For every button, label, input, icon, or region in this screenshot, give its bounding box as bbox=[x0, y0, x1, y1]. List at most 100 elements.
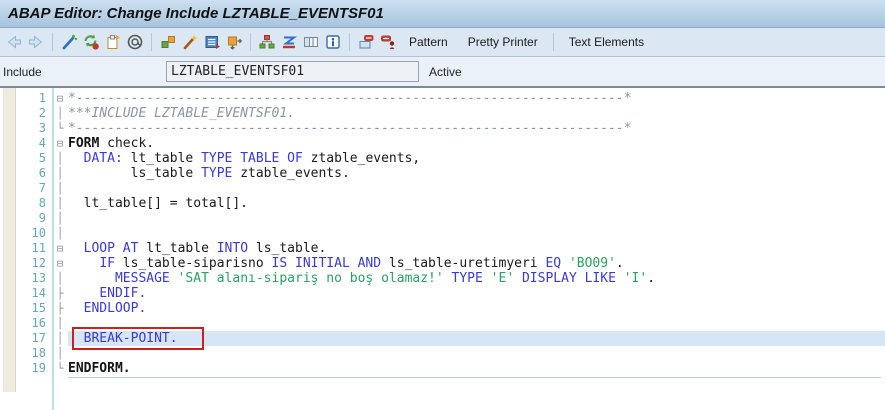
code-line[interactable]: 19 └ ENDFORM. bbox=[18, 361, 885, 376]
code-text[interactable]: *---------------------------------------… bbox=[68, 121, 885, 136]
line-number: 6 bbox=[38, 166, 46, 180]
code-text[interactable]: ***INCLUDE LZTABLE_EVENTSF01. bbox=[68, 106, 885, 121]
code-line[interactable]: 15 ├ ENDLOOP. bbox=[18, 301, 885, 316]
code-line[interactable]: 18 │ bbox=[18, 346, 885, 361]
text-elements-button[interactable]: Text Elements bbox=[561, 32, 652, 52]
code-text[interactable]: ls_table TYPE ztable_events. bbox=[68, 166, 885, 181]
line-number: 14 bbox=[31, 286, 46, 300]
fold-marker: │ bbox=[56, 347, 64, 360]
code-line[interactable]: 9 │ bbox=[18, 211, 885, 226]
page-title: ABAP Editor: Change Include LZTABLE_EVEN… bbox=[8, 5, 384, 22]
code-text[interactable] bbox=[68, 316, 885, 331]
hierarchy-icon[interactable] bbox=[258, 33, 276, 51]
line-number: 9 bbox=[38, 211, 46, 225]
improvement-note-icon[interactable] bbox=[379, 33, 397, 51]
fold-marker: │ bbox=[56, 182, 64, 195]
code-text[interactable] bbox=[68, 226, 885, 241]
sort-icon[interactable] bbox=[280, 33, 298, 51]
editor-left-margin bbox=[3, 88, 16, 392]
toolbar-separator bbox=[250, 33, 251, 51]
where-used-icon[interactable] bbox=[126, 33, 144, 51]
fold-marker: └ bbox=[56, 362, 64, 375]
toolbar-separator bbox=[151, 33, 152, 51]
code-line[interactable]: 8 │ lt_table[] = total[]. bbox=[18, 196, 885, 211]
line-number: 18 bbox=[31, 346, 46, 360]
code-text[interactable] bbox=[68, 181, 885, 196]
toolbar-separator bbox=[349, 33, 350, 51]
code-editor[interactable]: 1 ⊟ *-------------------------------------… bbox=[0, 88, 885, 410]
code-text[interactable] bbox=[68, 211, 885, 226]
navigate-icon[interactable] bbox=[225, 33, 243, 51]
object-list-icon[interactable] bbox=[203, 33, 221, 51]
code-line[interactable]: 13 │ MESSAGE 'SAT alanı-sipariş no boş ol… bbox=[18, 271, 885, 286]
back-icon[interactable] bbox=[5, 33, 23, 51]
pattern-button[interactable]: Pattern bbox=[401, 32, 456, 52]
forward-icon[interactable] bbox=[27, 33, 45, 51]
application-toolbar: Pattern Pretty Printer Text Elements bbox=[0, 28, 885, 57]
code-line[interactable]: 6 │ ls_table TYPE ztable_events. bbox=[18, 166, 885, 181]
include-label: Include bbox=[3, 64, 42, 79]
code-line[interactable]: 16 │ bbox=[18, 316, 885, 331]
code-line[interactable]: 17 │ BREAK-POINT. bbox=[18, 327, 885, 350]
code-line[interactable]: 12 ⊟ IF ls_table-siparisno IS INITIAL AND… bbox=[18, 256, 885, 271]
end-of-source-divider bbox=[68, 377, 881, 378]
fold-marker: │ bbox=[56, 107, 64, 120]
fold-marker: ├ bbox=[56, 302, 64, 315]
code-text[interactable] bbox=[68, 346, 885, 361]
toolbar-separator bbox=[52, 33, 53, 51]
abap-editor-window: { "title_bar": { "title": "ABAP Editor: … bbox=[0, 0, 885, 410]
code-text[interactable]: DATA: lt_table TYPE TABLE OF ztable_even… bbox=[68, 151, 885, 166]
code-line[interactable]: 14 ├ ENDIF. bbox=[18, 286, 885, 301]
insert-statement-icon[interactable] bbox=[159, 33, 177, 51]
code-line[interactable]: 1 ⊟ *-------------------------------------… bbox=[18, 91, 885, 106]
line-number: 3 bbox=[38, 121, 46, 135]
pretty-printer-button[interactable]: Pretty Printer bbox=[460, 32, 546, 52]
code-lines: 1 ⊟ *-------------------------------------… bbox=[18, 91, 885, 376]
fold-marker[interactable]: ⊟ bbox=[52, 91, 68, 106]
fold-marker: │ bbox=[56, 212, 64, 225]
code-line[interactable]: 11 ⊟ LOOP AT lt_table INTO ls_table. bbox=[18, 241, 885, 256]
modification-assistant-icon[interactable] bbox=[357, 33, 375, 51]
code-text[interactable]: LOOP AT lt_table INTO ls_table. bbox=[68, 241, 885, 256]
fold-marker: │ bbox=[56, 317, 64, 330]
code-line[interactable]: 7 │ bbox=[18, 181, 885, 196]
code-text[interactable]: IF ls_table-siparisno IS INITIAL AND ls_… bbox=[68, 256, 885, 271]
pattern-wand-icon[interactable] bbox=[181, 33, 199, 51]
line-number: 7 bbox=[38, 181, 46, 195]
line-number: 4 bbox=[38, 136, 46, 150]
fold-marker[interactable]: ⊟ bbox=[52, 136, 68, 151]
line-number: 16 bbox=[31, 316, 46, 330]
code-text[interactable]: lt_table[] = total[]. bbox=[68, 196, 885, 211]
code-text[interactable]: BREAK-POINT. bbox=[68, 331, 885, 346]
fold-marker[interactable]: ⊟ bbox=[52, 256, 68, 271]
table-view-icon[interactable] bbox=[302, 33, 320, 51]
code-text[interactable]: ENDLOOP. bbox=[68, 301, 885, 316]
title-bar: ABAP Editor: Change Include LZTABLE_EVEN… bbox=[0, 0, 885, 28]
fold-marker: │ bbox=[56, 332, 64, 345]
code-text[interactable]: FORM check. bbox=[68, 136, 885, 151]
code-text[interactable]: MESSAGE 'SAT alanı-sipariş no boş olamaz… bbox=[68, 271, 885, 286]
line-number: 12 bbox=[31, 256, 46, 270]
code-text[interactable]: ENDFORM. bbox=[68, 361, 885, 376]
fold-marker: └ bbox=[56, 122, 64, 135]
fold-marker[interactable]: ⊟ bbox=[52, 241, 68, 256]
activate-icon[interactable] bbox=[82, 33, 100, 51]
syntax-check-icon[interactable] bbox=[60, 33, 78, 51]
fold-marker: │ bbox=[56, 227, 64, 240]
line-number: 17 bbox=[31, 331, 46, 345]
code-text[interactable]: *---------------------------------------… bbox=[68, 91, 885, 106]
code-line[interactable]: 5 │ DATA: lt_table TYPE TABLE OF ztable_e… bbox=[18, 151, 885, 166]
fold-marker: ├ bbox=[56, 287, 64, 300]
line-number: 13 bbox=[31, 271, 46, 285]
code-line[interactable]: 2 │ ***INCLUDE LZTABLE_EVENTSF01. bbox=[18, 106, 885, 121]
code-line[interactable]: 3 └ *-------------------------------------… bbox=[18, 121, 885, 136]
active-status: Active bbox=[429, 64, 462, 79]
fold-marker: │ bbox=[56, 152, 64, 165]
info-icon[interactable] bbox=[324, 33, 342, 51]
include-name-input[interactable] bbox=[166, 61, 419, 82]
copy-icon[interactable] bbox=[104, 33, 122, 51]
include-bar: Include Active bbox=[0, 57, 885, 88]
code-line[interactable]: 4 ⊟ FORM check. bbox=[18, 136, 885, 151]
code-text[interactable]: ENDIF. bbox=[68, 286, 885, 301]
code-line[interactable]: 10 │ bbox=[18, 226, 885, 241]
